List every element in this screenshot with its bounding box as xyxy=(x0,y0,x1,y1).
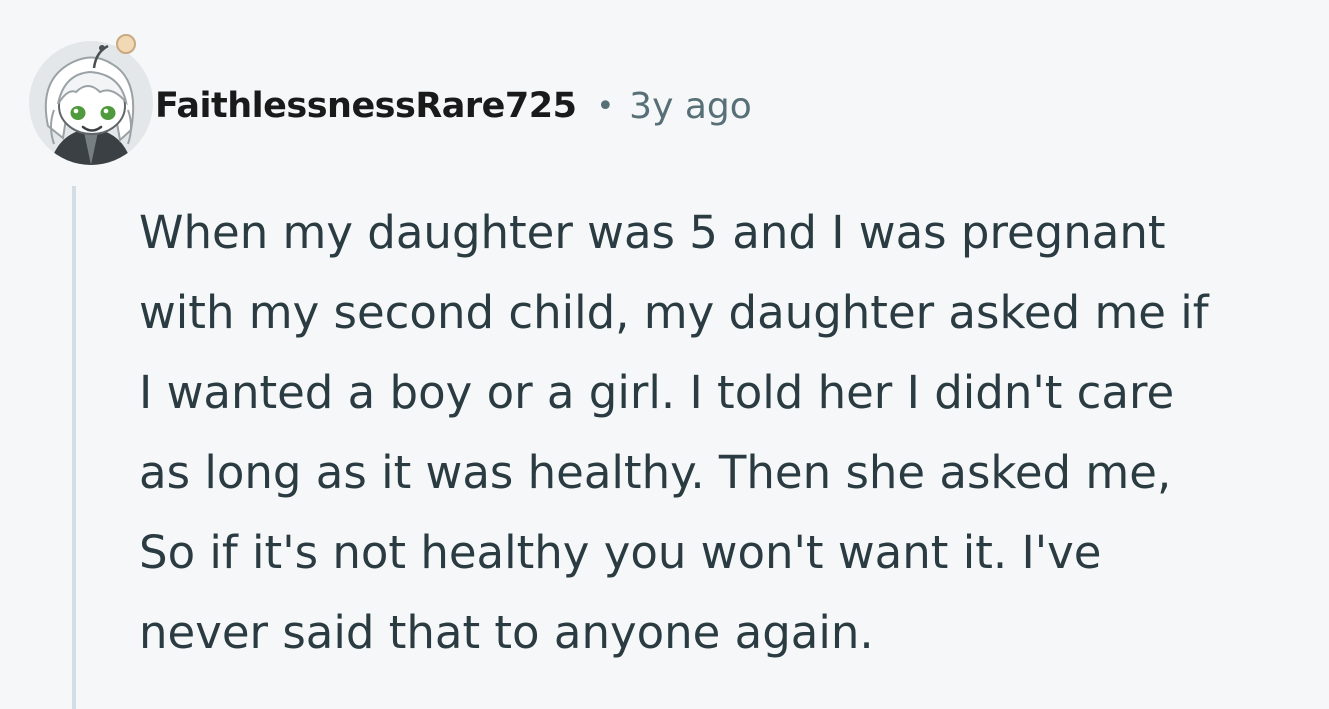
comment-body-line: as long as it was healthy. Then she aske… xyxy=(139,446,1172,499)
comment-header: FaithlessnessRare725 • 3y ago xyxy=(155,78,752,134)
comment-body-line: never said that to anyone again. xyxy=(139,606,874,659)
comment: FaithlessnessRare725 • 3y ago When my da… xyxy=(0,0,1329,709)
thread-line[interactable] xyxy=(72,186,76,709)
author-username[interactable]: FaithlessnessRare725 xyxy=(155,86,577,126)
comment-body-line: When my daughter was 5 and I was pregnan… xyxy=(139,206,1166,259)
snoo-avatar-icon xyxy=(29,34,153,165)
comment-timestamp[interactable]: 3y ago xyxy=(629,86,752,127)
comment-body-line: with my second child, my daughter asked … xyxy=(139,286,1209,339)
user-avatar[interactable] xyxy=(28,34,154,166)
comment-body: When my daughter was 5 and I was pregnan… xyxy=(139,193,1319,673)
comment-body-line: I wanted a boy or a girl. I told her I d… xyxy=(139,366,1175,419)
comment-body-line: So if it's not healthy you won't want it… xyxy=(139,526,1102,579)
meta-separator: • xyxy=(596,88,615,124)
